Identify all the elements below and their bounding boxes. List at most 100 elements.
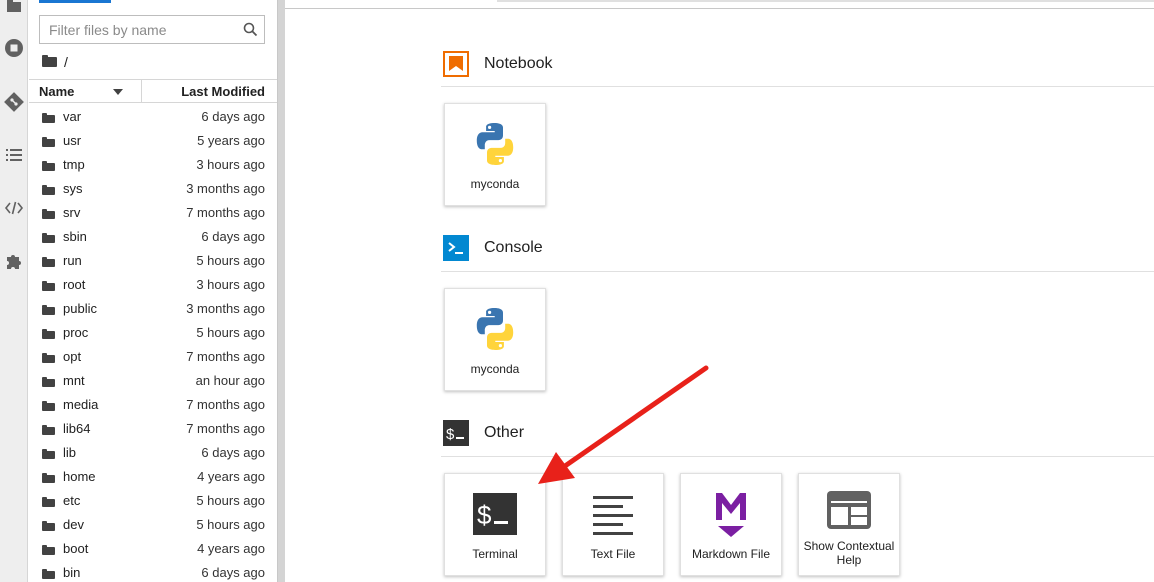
table-of-contents-icon[interactable] [0, 143, 28, 167]
folder-icon [42, 351, 55, 366]
file-name: lib [63, 445, 77, 460]
file-row[interactable]: tmp 3 hours ago [29, 152, 277, 176]
card-label: Terminal [472, 547, 518, 561]
home-folder-icon[interactable] [42, 54, 57, 70]
notebook-myconda-card[interactable]: myconda [444, 103, 546, 206]
file-row[interactable]: media 7 months ago [29, 392, 277, 416]
panel-splitter[interactable] [277, 0, 285, 582]
file-modified: 3 months ago [186, 301, 265, 316]
sort-descending-icon[interactable] [113, 89, 123, 95]
file-row[interactable]: mnt an hour ago [29, 368, 277, 392]
card-label: Text File [590, 547, 636, 561]
folder-icon [42, 111, 55, 126]
console-section-divider [441, 271, 1154, 272]
terminal-section-icon: $ [443, 420, 469, 446]
python-icon [472, 113, 518, 175]
file-row[interactable]: run 5 hours ago [29, 248, 277, 272]
file-row[interactable]: srv 7 months ago [29, 200, 277, 224]
other-section-title: Other [484, 424, 525, 441]
column-name-header[interactable]: Name [39, 84, 74, 99]
folder-icon [42, 375, 55, 390]
folder-icon [42, 423, 55, 438]
folder-icon [42, 543, 55, 558]
file-modified: 4 years ago [197, 541, 265, 556]
file-name: dev [63, 517, 84, 532]
file-list-header: Name Last Modified [29, 79, 277, 103]
running-sessions-icon[interactable] [0, 36, 28, 60]
folder-icon [42, 255, 55, 270]
file-row[interactable]: opt 7 months ago [29, 344, 277, 368]
git-icon[interactable] [0, 90, 28, 114]
svg-text:$: $ [477, 500, 492, 530]
file-modified: 5 years ago [197, 133, 265, 148]
file-row[interactable]: bin 6 days ago [29, 560, 277, 582]
file-filter-box[interactable] [39, 15, 265, 44]
terminal-card[interactable]: $ Terminal [444, 473, 546, 576]
file-row[interactable]: sbin 6 days ago [29, 224, 277, 248]
column-divider[interactable] [141, 80, 142, 102]
file-row[interactable]: lib64 7 months ago [29, 416, 277, 440]
file-row[interactable]: home 4 years ago [29, 464, 277, 488]
file-modified: 4 years ago [197, 469, 265, 484]
console-section-title: Console [484, 239, 543, 256]
file-modified: 7 months ago [186, 397, 265, 412]
code-icon[interactable] [0, 196, 28, 220]
text-file-icon [592, 483, 634, 545]
card-label: myconda [470, 177, 520, 191]
folder-icon [42, 495, 55, 510]
column-modified-header[interactable]: Last Modified [181, 84, 265, 99]
svg-text:$: $ [446, 426, 455, 443]
markdown-file-card[interactable]: Markdown File [680, 473, 782, 576]
notebook-icon [443, 51, 469, 77]
file-name: bin [63, 565, 81, 580]
file-row[interactable]: var 6 days ago [29, 104, 277, 128]
contextual-help-card[interactable]: Show Contextual Help [798, 473, 900, 576]
tab-bar-edge [497, 0, 1154, 2]
search-icon [243, 22, 258, 42]
file-row[interactable]: sys 3 months ago [29, 176, 277, 200]
console-myconda-card[interactable]: myconda [444, 288, 546, 391]
card-label: Markdown File [691, 547, 771, 561]
notebook-section-divider [441, 86, 1154, 87]
file-modified: 5 hours ago [196, 517, 265, 532]
file-modified: 5 hours ago [196, 325, 265, 340]
activity-bar [0, 0, 28, 582]
file-row[interactable]: boot 4 years ago [29, 536, 277, 560]
breadcrumb-path[interactable]: / [64, 54, 68, 70]
folder-icon[interactable] [0, 0, 28, 18]
folder-icon [42, 399, 55, 414]
file-row[interactable]: usr 5 years ago [29, 128, 277, 152]
python-icon [472, 298, 518, 360]
other-section-divider [441, 456, 1154, 457]
file-list: var 6 days ago usr 5 years ago tmp 3 hours … [29, 104, 277, 582]
file-name: tmp [63, 157, 85, 172]
file-name: sys [63, 181, 83, 196]
file-modified: 3 hours ago [196, 157, 265, 172]
file-name: media [63, 397, 99, 412]
text-file-card[interactable]: Text File [562, 473, 664, 576]
folder-icon [42, 567, 55, 582]
file-row[interactable]: proc 5 hours ago [29, 320, 277, 344]
file-name: var [63, 109, 82, 124]
file-name: proc [63, 325, 89, 340]
file-row[interactable]: etc 5 hours ago [29, 488, 277, 512]
filter-files-input[interactable] [40, 16, 240, 43]
folder-icon [42, 135, 55, 150]
file-name: root [63, 277, 86, 292]
file-name: lib64 [63, 421, 91, 436]
file-row[interactable]: lib 6 days ago [29, 440, 277, 464]
file-name: usr [63, 133, 82, 148]
file-modified: 3 months ago [186, 181, 265, 196]
folder-icon [42, 519, 55, 534]
folder-icon [42, 279, 55, 294]
file-row[interactable]: root 3 hours ago [29, 272, 277, 296]
file-name: opt [63, 349, 82, 364]
terminal-icon: $ [472, 483, 518, 545]
file-modified: 5 hours ago [196, 253, 265, 268]
file-row[interactable]: dev 5 hours ago [29, 512, 277, 536]
file-modified: 7 months ago [186, 349, 265, 364]
extension-puzzle-icon[interactable] [0, 249, 28, 273]
file-row[interactable]: public 3 months ago [29, 296, 277, 320]
contextual-help-icon [826, 483, 872, 537]
folder-icon [42, 231, 55, 246]
